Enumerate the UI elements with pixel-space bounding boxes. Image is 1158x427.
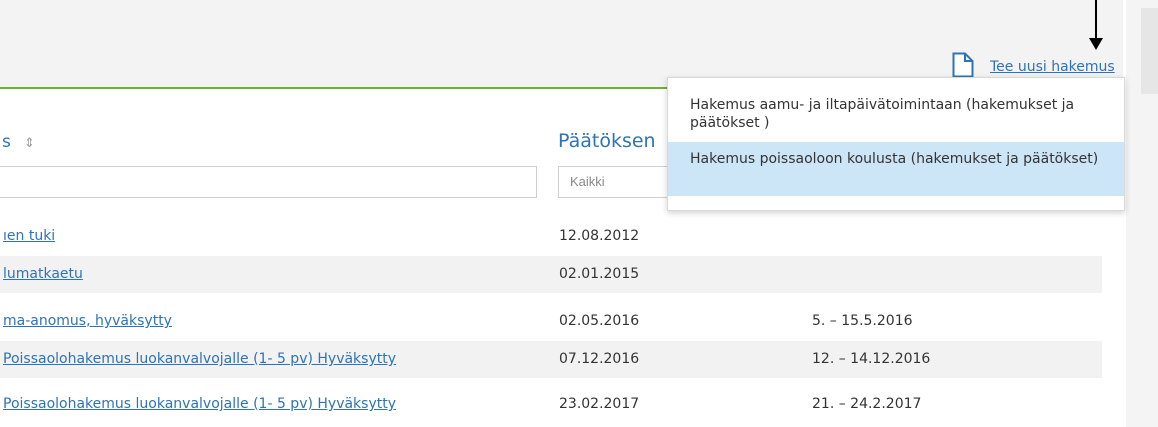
annotation-arrow-head <box>1089 38 1103 50</box>
table-row: ma-anomus, hyväksytty 02.05.2016 5. – 15… <box>0 303 1102 340</box>
decision-date: 07.12.2016 <box>559 351 640 367</box>
decision-date: 12.08.2012 <box>559 228 640 244</box>
application-link[interactable]: Poissaolohakemus luokanvalvojalle (1- 5 … <box>3 396 396 412</box>
document-icon <box>952 52 974 78</box>
new-application-link[interactable]: Tee uusi hakemus <box>990 59 1115 75</box>
table-row: lumatkaetu 02.01.2015 <box>0 256 1102 293</box>
decision-column-header[interactable]: Päätöksen <box>558 130 656 152</box>
menu-item-school-absence[interactable]: Hakemus poissaoloon koulusta (hakemukset… <box>668 142 1124 196</box>
decision-date: 23.02.2017 <box>559 396 640 412</box>
application-link[interactable]: Poissaolohakemus luokanvalvojalle (1- 5 … <box>3 351 396 367</box>
application-link[interactable]: ma-anomus, hyväksytty <box>3 313 172 329</box>
new-application-menu: Hakemus aamu- ja iltapäivätoimintaan (ha… <box>667 77 1125 211</box>
name-filter-input[interactable] <box>0 166 537 198</box>
decision-filter-select[interactable]: Kaikki <box>558 166 678 198</box>
application-link[interactable]: lumatkaetu <box>3 266 83 282</box>
decision-date: 02.01.2015 <box>559 266 640 282</box>
scrollbar-thumb[interactable] <box>1141 8 1158 94</box>
date-range: 21. – 24.2.2017 <box>812 396 922 412</box>
table-row: ıen tuki 12.08.2012 <box>0 218 1102 255</box>
application-link[interactable]: ıen tuki <box>3 228 55 244</box>
table-row: Poissaolohakemus luokanvalvojalle (1- 5 … <box>0 341 1102 378</box>
annotation-arrow-shaft <box>1095 0 1097 40</box>
sort-icon[interactable]: ⇕ <box>24 136 35 151</box>
date-range: 5. – 15.5.2016 <box>812 313 913 329</box>
menu-item-afternoon-activity[interactable]: Hakemus aamu- ja iltapäivätoimintaan (ha… <box>668 96 1124 140</box>
name-column-header[interactable]: s <box>2 132 11 152</box>
date-range: 12. – 14.12.2016 <box>812 351 931 367</box>
decision-date: 02.05.2016 <box>559 313 640 329</box>
table-row: Poissaolohakemus luokanvalvojalle (1- 5 … <box>0 386 1102 423</box>
